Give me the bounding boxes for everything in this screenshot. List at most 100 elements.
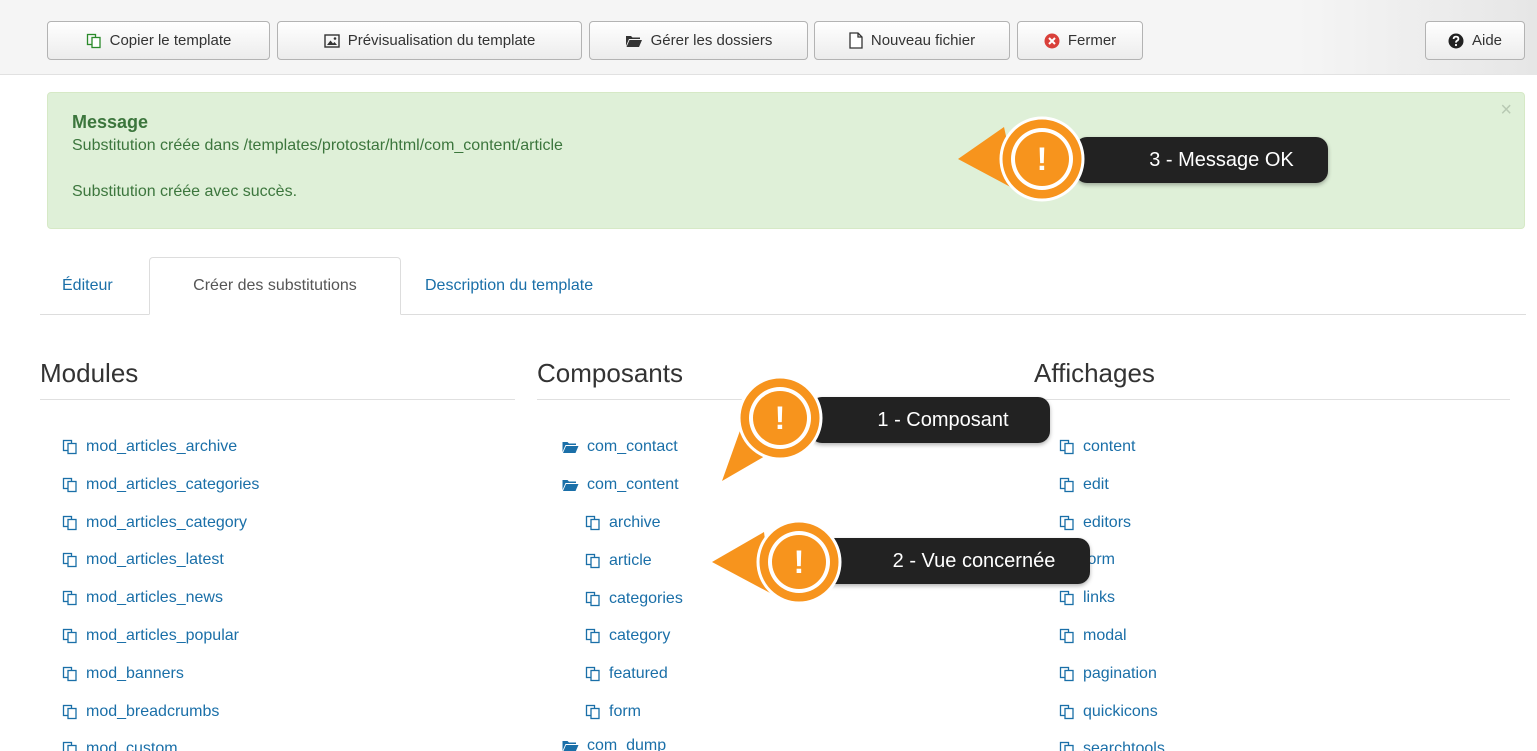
component-view-item[interactable]: archive — [585, 514, 661, 532]
copy-icon — [62, 704, 77, 719]
layout-item-label: quickicons — [1083, 702, 1158, 720]
module-item[interactable]: mod_banners — [62, 665, 184, 683]
component-folder-label: com_dump — [587, 737, 667, 751]
copy-icon — [62, 477, 77, 492]
module-item-label: mod_articles_category — [86, 513, 247, 531]
layout-item[interactable]: searchtools — [1059, 740, 1165, 751]
component-folder-content[interactable]: com_content — [562, 476, 679, 494]
folder-icon — [625, 35, 642, 47]
copy-icon — [585, 553, 600, 568]
module-item[interactable]: mod_articles_news — [62, 589, 223, 607]
exclamation-pin-icon: ! — [722, 375, 823, 481]
tab-create-overrides[interactable]: Créer des substitutions — [149, 257, 401, 315]
copy-icon — [62, 591, 77, 606]
copy-icon — [62, 515, 77, 530]
exclamation-mark: ! — [794, 544, 805, 580]
module-item-label: mod_articles_popular — [86, 627, 239, 644]
component-view-label: category — [609, 627, 671, 645]
toolbar: Copier le template Prévisualisation du t… — [0, 0, 1537, 75]
copy-icon — [1059, 439, 1074, 455]
help-label: Aide — [1471, 32, 1503, 49]
component-view-label: form — [609, 703, 641, 720]
component-view-item[interactable]: category — [585, 627, 670, 645]
module-item[interactable]: mod_articles_popular — [62, 627, 239, 645]
layout-item[interactable]: edit — [1059, 476, 1109, 494]
copy-icon — [62, 666, 77, 681]
copy-template-button[interactable]: Copier le template — [47, 21, 270, 60]
component-folder-dump[interactable]: com_dump — [562, 737, 666, 751]
layout-item[interactable]: links — [1059, 589, 1115, 607]
module-item-label: mod_breadcrumbs — [86, 702, 220, 720]
message-close-icon[interactable]: × — [1500, 99, 1512, 122]
component-view-item[interactable]: form — [585, 703, 641, 721]
component-view-item[interactable]: featured — [585, 665, 668, 683]
copy-icon — [585, 515, 600, 531]
copy-icon — [585, 704, 600, 720]
copy-icon — [62, 742, 77, 751]
module-item[interactable]: mod_breadcrumbs — [62, 703, 219, 721]
modules-rule — [40, 399, 515, 400]
copy-icon — [1059, 666, 1074, 681]
manage-folders-label: Gérer les dossiers — [650, 32, 773, 49]
new-file-label: Nouveau fichier — [870, 32, 976, 49]
component-folder-contact[interactable]: com_contact — [562, 438, 678, 456]
layout-item-label: pagination — [1083, 664, 1157, 682]
layouts-rule — [1034, 399, 1510, 400]
copy-icon — [62, 439, 77, 455]
layout-item[interactable]: quickicons — [1059, 703, 1158, 721]
module-item[interactable]: mod_custom — [62, 740, 178, 751]
callout-view-label: 2 - Vue concernée — [892, 549, 1056, 572]
module-item-label: mod_banners — [86, 664, 184, 682]
copy-icon — [585, 667, 600, 682]
module-item-label: mod_articles_categories — [86, 475, 260, 493]
modules-heading: Modules — [40, 358, 139, 388]
preview-template-button[interactable]: Prévisualisation du template — [277, 21, 582, 60]
message-line-path: Substitution créée dans /templates/proto… — [72, 137, 563, 154]
components-heading: Composants — [537, 358, 683, 388]
copy-icon — [585, 629, 600, 644]
layout-item[interactable]: modal — [1059, 627, 1127, 645]
layout-item[interactable]: pagination — [1059, 665, 1157, 683]
tab-editor[interactable]: Éditeur — [62, 257, 113, 315]
copy-icon — [1059, 477, 1074, 492]
exclamation-mark: ! — [1037, 141, 1048, 177]
tab-template-description[interactable]: Description du template — [425, 257, 593, 315]
folder-open-icon — [562, 740, 579, 751]
callout-component: 1 - Composant — [810, 397, 1050, 443]
component-folder-label: com_content — [587, 476, 679, 493]
copy-icon — [1059, 515, 1074, 530]
layout-item-label: edit — [1083, 475, 1109, 493]
module-item[interactable]: mod_articles_categories — [62, 476, 259, 494]
folder-open-icon — [562, 479, 579, 491]
layout-item[interactable]: content — [1059, 438, 1135, 456]
component-view-label: categories — [609, 589, 683, 607]
callout-message-ok: 3 - Message OK — [1075, 137, 1328, 183]
component-view-label: article — [609, 551, 652, 569]
copy-icon — [62, 553, 77, 568]
folder-open-icon — [562, 441, 579, 453]
module-item[interactable]: mod_articles_category — [62, 514, 247, 532]
copy-icon — [1059, 704, 1074, 719]
copy-icon — [585, 591, 600, 606]
layout-item[interactable]: editors — [1059, 514, 1131, 532]
new-file-button[interactable]: Nouveau fichier — [814, 21, 1010, 60]
copy-template-label: Copier le template — [109, 32, 232, 49]
exclamation-pin-icon: ! — [958, 116, 1085, 202]
module-item[interactable]: mod_articles_latest — [62, 551, 224, 569]
copy-icon — [86, 33, 101, 48]
copy-icon — [1059, 628, 1074, 644]
manage-folders-button[interactable]: Gérer les dossiers — [589, 21, 808, 60]
module-item-label: mod_custom — [86, 740, 178, 751]
component-view-item[interactable]: categories — [585, 590, 683, 608]
copy-icon — [1059, 591, 1074, 606]
callout-component-label: 1 - Composant — [877, 408, 1009, 431]
message-heading: Message — [72, 112, 149, 132]
close-circle-icon — [1044, 33, 1060, 48]
component-view-item[interactable]: article — [585, 552, 652, 570]
module-item-label: mod_articles_news — [86, 589, 223, 607]
help-button[interactable]: Aide — [1425, 21, 1525, 60]
exclamation-pin-icon: ! — [712, 519, 842, 605]
module-item[interactable]: mod_articles_archive — [62, 438, 237, 456]
close-button[interactable]: Fermer — [1017, 21, 1143, 60]
copy-icon — [62, 628, 77, 644]
